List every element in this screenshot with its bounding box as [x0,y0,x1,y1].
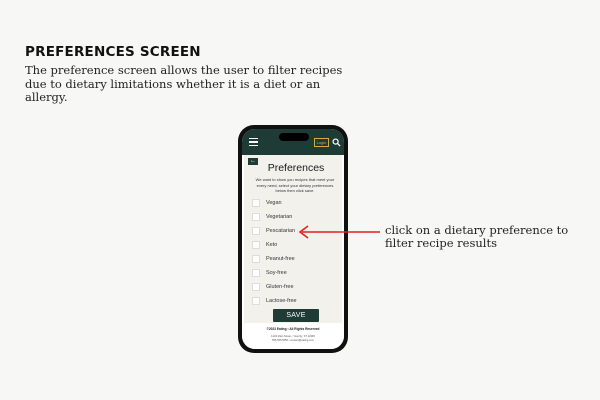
footer-contact: 555.555.5555 • contact@eating.com [272,339,314,342]
preference-label: Vegan [266,200,282,206]
preference-label: Vegetarian [266,214,293,220]
callout-arrow [298,225,380,239]
preference-checkbox[interactable] [252,241,260,249]
dynamic-island [279,133,309,141]
preference-label: Soy-free [266,270,287,276]
app-topbar: Login [242,129,344,155]
preference-label: Lactose-free [266,298,297,304]
preference-checkbox[interactable] [252,213,260,221]
slide-description: The preference screen allows the user to… [25,63,343,104]
preference-label: Keto [266,242,278,248]
preference-checkbox[interactable] [252,255,260,263]
preference-checkbox[interactable] [252,283,260,291]
preference-checkbox[interactable] [252,199,260,207]
save-button[interactable]: SAVE [273,309,319,322]
preference-checkbox[interactable] [252,227,260,235]
footer-copyright: ©2023 Eating • All Rights Reserved [266,327,320,331]
preferences-intro: We want to show you recipes that meet yo… [255,177,335,193]
page-title: Preferences [267,162,325,174]
preference-checkbox[interactable] [252,269,260,277]
app-footer: ©2023 Eating • All Rights Reserved 1234 … [242,323,344,349]
hamburger-menu-icon[interactable] [249,138,258,147]
search-icon[interactable] [332,138,341,147]
preference-label: Pescatarian [266,228,296,234]
preference-label: Gluten-free [266,284,294,290]
login-button[interactable]: Login [314,138,329,147]
footer-address: 1234 Main Street • Yourcity, ST 12345 [271,335,315,338]
slide-heading: PREFERENCES SCREEN [25,44,201,60]
callout-text: click on a dietary preference to filter … [385,223,569,250]
preference-checkbox[interactable] [252,297,260,305]
preference-label: Peanut-free [266,256,295,262]
